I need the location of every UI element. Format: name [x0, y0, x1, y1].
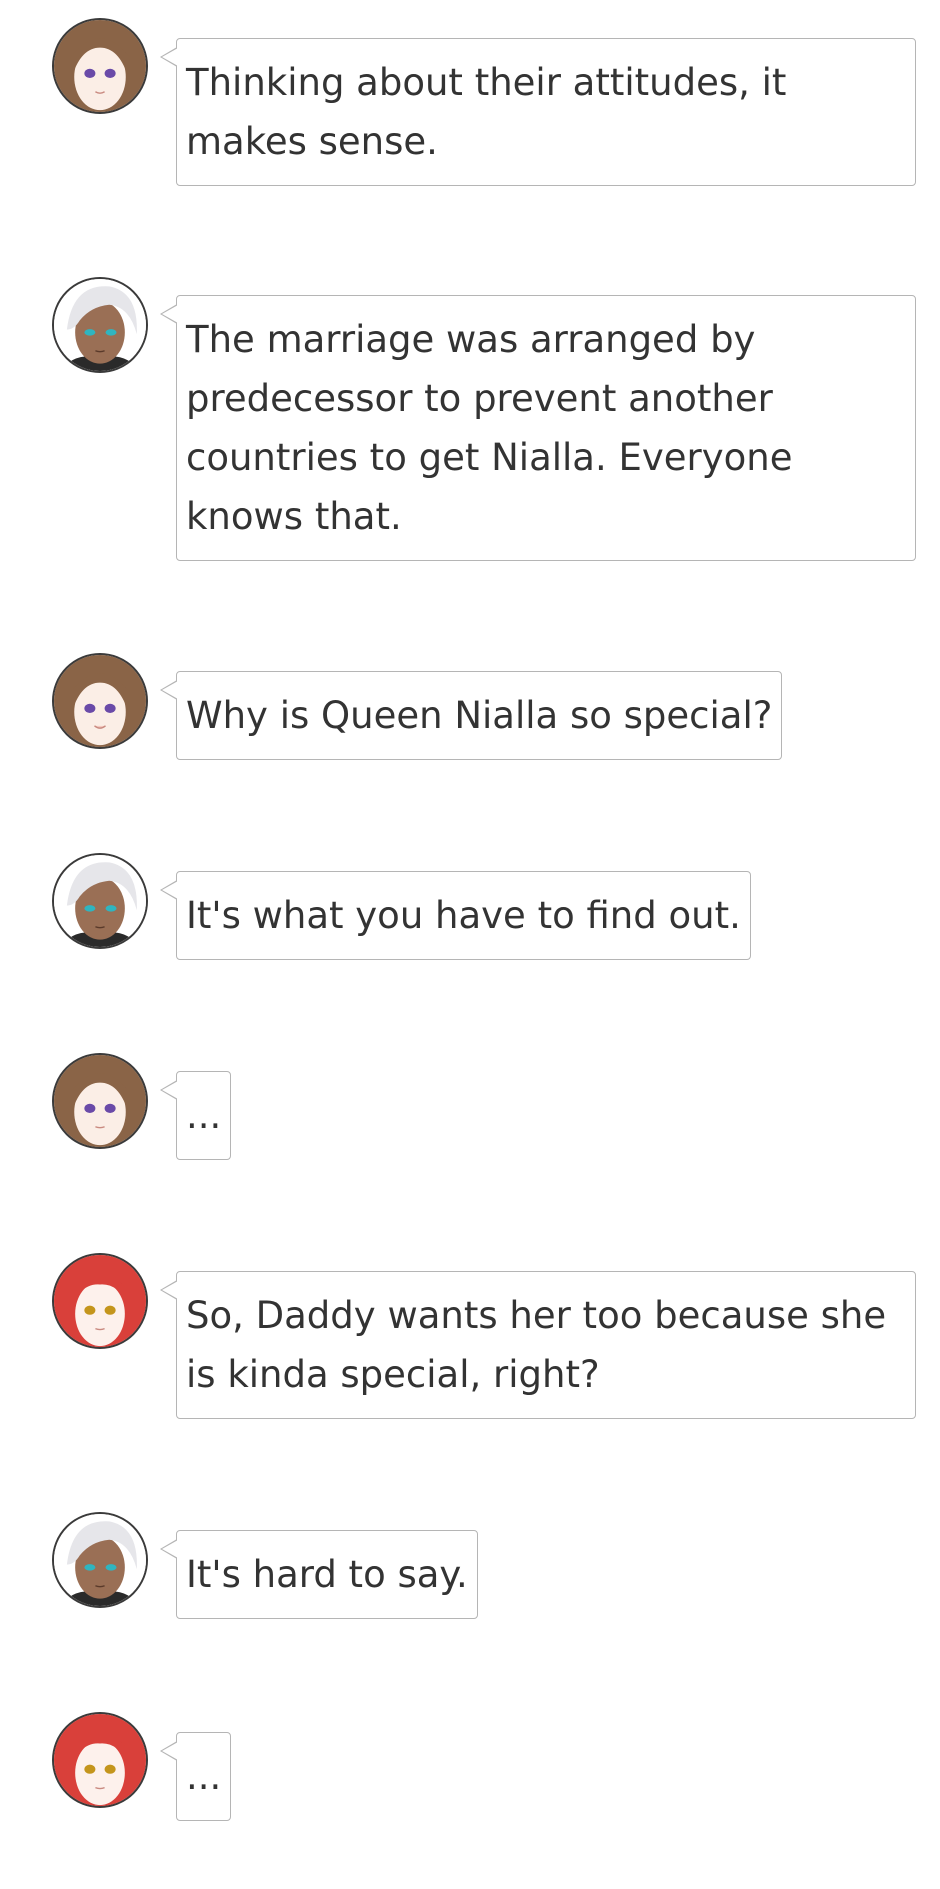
message-text: Thinking about their attitudes, it makes…: [186, 61, 787, 163]
speech-bubble: ...: [160, 1071, 232, 1160]
speech-bubble: It's what you have to find out.: [160, 871, 751, 960]
speech-bubble: Why is Queen Nialla so special?: [160, 671, 783, 760]
speech-bubble: Thinking about their attitudes, it makes…: [160, 38, 916, 186]
message-text: It's hard to say.: [186, 1553, 468, 1596]
speech-bubble: The marriage was arranged by predecessor…: [160, 295, 916, 561]
avatar-white-haired-man: [52, 1512, 148, 1608]
brown-haired-girl-icon: [54, 655, 146, 747]
message-text: ...: [186, 1094, 222, 1137]
message-text: The marriage was arranged by predecessor…: [186, 318, 793, 538]
avatar-brown-haired-girl: [52, 653, 148, 749]
message-text: So, Daddy wants her too because she is k…: [186, 1294, 887, 1396]
white-haired-man-icon: [54, 1514, 146, 1606]
avatar-red-haired-girl: [52, 1253, 148, 1349]
avatar-white-haired-man: [52, 277, 148, 373]
avatar-brown-haired-girl: [52, 18, 148, 114]
message-text: ...: [186, 1755, 222, 1798]
avatar-white-haired-man: [52, 853, 148, 949]
speech-bubble: So, Daddy wants her too because she is k…: [160, 1271, 916, 1419]
red-haired-girl-icon: [54, 1255, 146, 1347]
speech-bubble: ...: [160, 1732, 232, 1821]
avatar-red-haired-girl: [52, 1712, 148, 1808]
brown-haired-girl-icon: [54, 20, 146, 112]
speech-bubble: It's hard to say.: [160, 1530, 478, 1619]
message-text: Why is Queen Nialla so special?: [186, 694, 773, 737]
red-haired-girl-icon: [54, 1714, 146, 1806]
avatar-brown-haired-girl: [52, 1053, 148, 1149]
brown-haired-girl-icon: [54, 1055, 146, 1147]
white-haired-man-icon: [54, 279, 146, 371]
message-text: It's what you have to find out.: [186, 894, 741, 937]
white-haired-man-icon: [54, 855, 146, 947]
